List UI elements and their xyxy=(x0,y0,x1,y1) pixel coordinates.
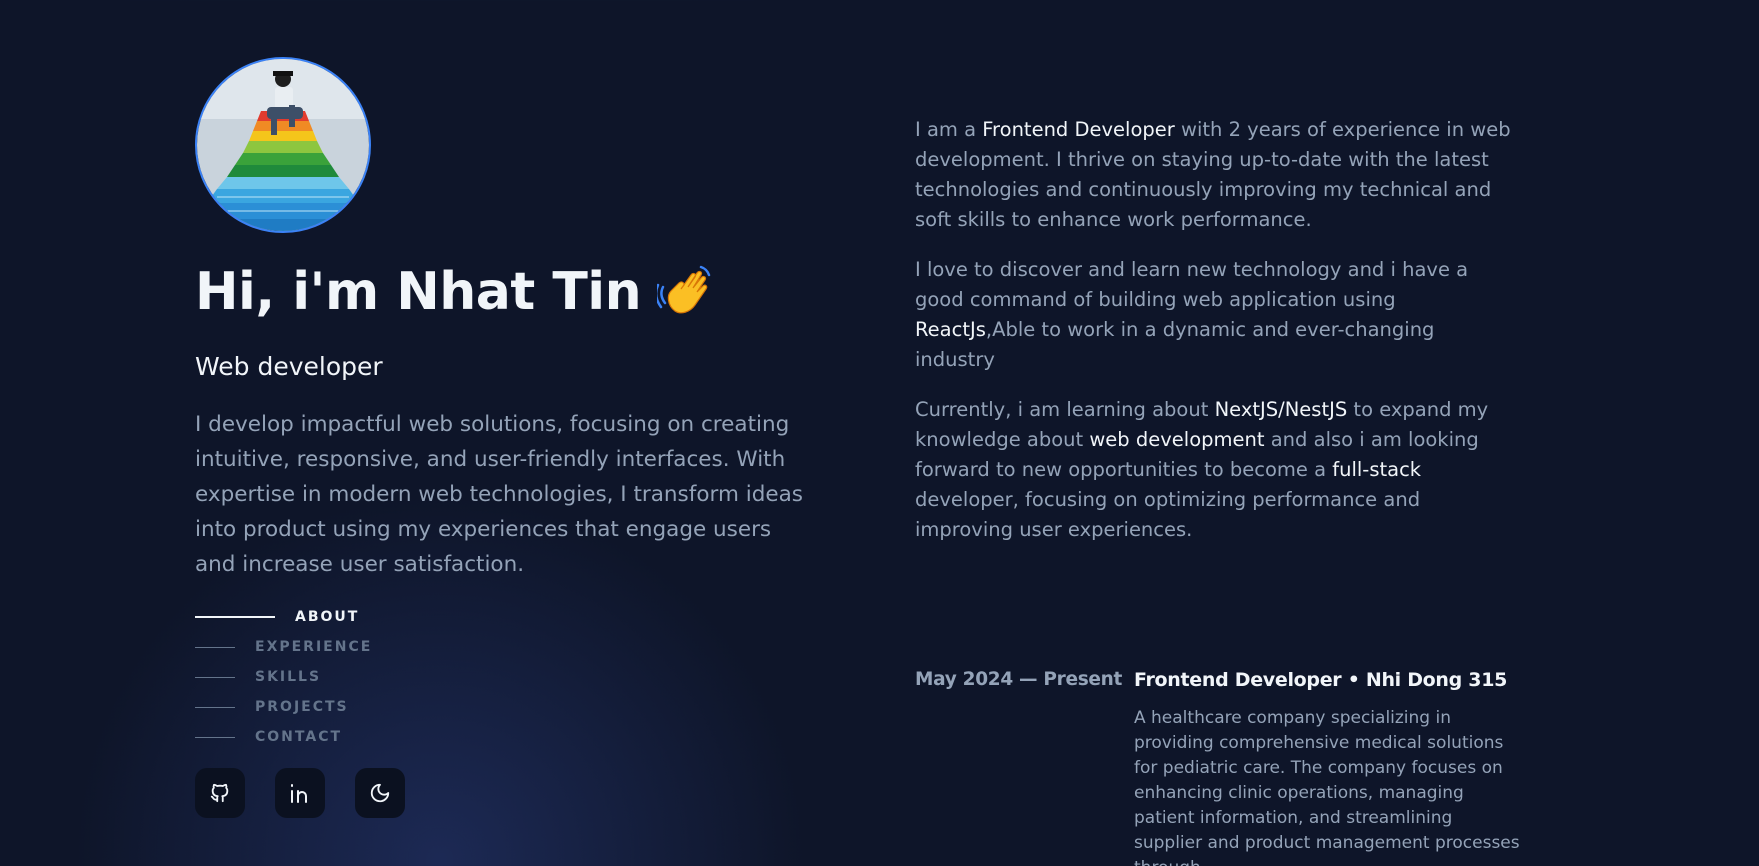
moon-icon xyxy=(370,783,390,803)
about-paragraph: I am a Frontend Developer with 2 years o… xyxy=(915,115,1515,235)
nav-label: ABOUT xyxy=(295,609,360,625)
about-text: I love to discover and learn new technol… xyxy=(915,258,1469,311)
greeting-heading: Hi, i'm Nhat Tin xyxy=(195,261,805,329)
nav-label: CONTACT xyxy=(255,729,343,745)
github-icon xyxy=(210,783,229,803)
about-section: I am a Frontend Developer with 2 years o… xyxy=(915,115,1515,565)
theme-toggle-button[interactable] xyxy=(355,768,405,818)
experience-body: Frontend Developer • Nhi Dong 315 A heal… xyxy=(1134,666,1524,866)
avatar xyxy=(195,57,371,233)
linkedin-icon xyxy=(291,784,307,803)
about-text: ,Able to work in a dynamic and ever-chan… xyxy=(915,318,1435,371)
about-highlight: Frontend Developer xyxy=(982,118,1175,141)
intro-text: I develop impactful web solutions, focus… xyxy=(195,412,803,577)
github-button[interactable] xyxy=(195,768,245,818)
nav-label: EXPERIENCE xyxy=(255,639,373,655)
linkedin-button[interactable] xyxy=(275,768,325,818)
about-highlight: ReactJs xyxy=(915,318,986,341)
about-text: I am a xyxy=(915,118,983,141)
experience-card[interactable]: May 2024 — Present Frontend Developer • … xyxy=(915,666,1525,866)
nav-item-experience[interactable]: EXPERIENCE xyxy=(195,632,805,662)
nav-indicator-line xyxy=(195,676,235,678)
nav-indicator-line xyxy=(195,706,235,708)
greeting-text: Hi, i'm Nhat Tin xyxy=(195,262,642,322)
avatar-photo xyxy=(197,59,369,231)
nav-item-skills[interactable]: SKILLS xyxy=(195,662,805,692)
about-text: Currently, i am learning about xyxy=(915,398,1215,421)
nav-item-about[interactable]: ABOUT xyxy=(195,602,805,632)
profile-column: Hi, i'm Nhat Tin Web developer I develop… xyxy=(195,57,805,818)
about-paragraph: Currently, i am learning about NextJS/Ne… xyxy=(915,395,1515,545)
experience-date: May 2024 — Present xyxy=(915,669,1123,690)
about-paragraph: I love to discover and learn new technol… xyxy=(915,255,1515,375)
wave-hand-icon xyxy=(654,265,713,329)
nav-indicator-line xyxy=(195,736,235,738)
nav-indicator-line xyxy=(195,646,235,648)
role-subtitle: Web developer xyxy=(195,352,383,381)
nav-item-projects[interactable]: PROJECTS xyxy=(195,692,805,722)
experience-title: Frontend Developer • Nhi Dong 315 xyxy=(1134,669,1508,691)
about-highlight: NextJS/NestJS xyxy=(1214,398,1348,421)
section-nav: ABOUT EXPERIENCE SKILLS PROJECTS CONTACT xyxy=(195,602,805,752)
nav-item-contact[interactable]: CONTACT xyxy=(195,722,805,752)
social-links xyxy=(195,768,805,818)
nav-label: SKILLS xyxy=(255,669,322,685)
nav-label: PROJECTS xyxy=(255,699,349,715)
experience-description: A healthcare company specializing in pro… xyxy=(1134,708,1520,866)
nav-indicator-line xyxy=(195,616,275,618)
about-highlight: full-stack xyxy=(1332,458,1422,481)
about-highlight: web development xyxy=(1089,428,1265,451)
about-text: developer, focusing on optimizing perfor… xyxy=(915,488,1421,541)
